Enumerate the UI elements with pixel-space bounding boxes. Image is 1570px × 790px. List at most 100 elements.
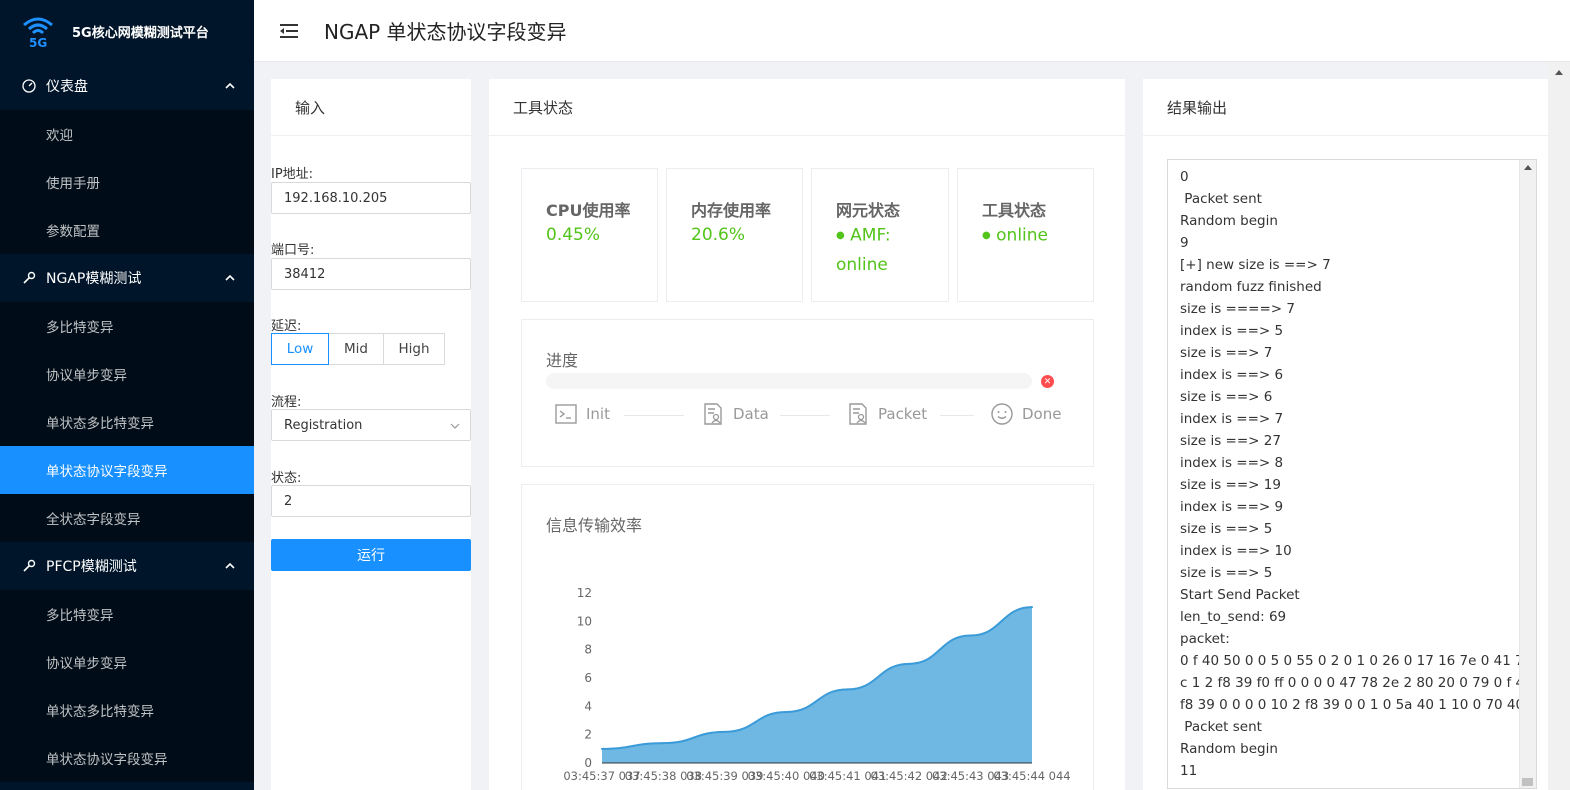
sidebar-item[interactable]: 欢迎 — [0, 110, 254, 158]
chevron-up-icon — [225, 82, 235, 89]
result-line: len_to_send: 69 — [1180, 609, 1287, 625]
menu-fold-icon[interactable] — [278, 20, 300, 42]
result-log: 0 Packet sent Random begin 9 [+] new size i… — [1180, 166, 1537, 782]
result-line: size is ==> 6 — [1180, 389, 1273, 405]
dashboard-icon — [22, 79, 36, 93]
port-input[interactable]: 38412 — [271, 258, 471, 290]
scroll-up-arrow-icon[interactable] — [1555, 70, 1563, 75]
sidebar-item[interactable]: 单状态协议字段变异 — [0, 446, 254, 494]
chevron-up-icon — [225, 562, 235, 569]
run-button[interactable]: 运行 — [271, 539, 471, 571]
ip-label: IP地址: — [271, 167, 314, 182]
delay-high-button[interactable]: High — [383, 333, 445, 365]
sidebar-group-ngap[interactable]: NGAP模糊测试 — [0, 254, 254, 302]
wrench-icon — [22, 559, 36, 573]
result-line: 11 — [1180, 763, 1198, 779]
delay-label: 延迟: — [271, 319, 302, 334]
chevron-down-icon — [450, 423, 460, 429]
flow-select[interactable]: Registration — [271, 409, 471, 441]
delay-selector: Low Mid High — [271, 333, 445, 365]
result-line: 0 — [1180, 169, 1189, 185]
result-line: index is ==> 5 — [1180, 323, 1284, 339]
chart-point — [1031, 606, 1033, 609]
tool-card-title: 工具状态 — [489, 79, 1125, 136]
sidebar-item[interactable]: 单状态多比特变异 — [0, 686, 254, 734]
step-done: Done — [990, 402, 1061, 426]
y-tick-label: 2 — [584, 728, 592, 742]
document-user-icon — [849, 403, 867, 425]
flow-select-value: Registration — [284, 417, 363, 433]
sidebar-item[interactable]: 使用手册 — [0, 158, 254, 206]
sidebar-item[interactable]: 参数配置 — [0, 206, 254, 254]
chart-point — [601, 747, 603, 750]
close-circle-icon: ✕ — [1041, 375, 1054, 388]
step-connector — [780, 415, 830, 416]
result-line: size is ==> 27 — [1180, 433, 1281, 449]
delay-low-button[interactable]: Low — [271, 333, 329, 365]
memory-stat: 内存使用率 20.6% — [666, 168, 803, 302]
cpu-stat: CPU使用率 0.45% — [521, 168, 658, 302]
sidebar-submenu: 多比特变异 协议单步变异 单状态多比特变异 单状态协议字段变异 全状态字段变异 — [0, 302, 254, 542]
chart-point — [785, 711, 788, 713]
chart-point — [662, 742, 665, 745]
result-line: Random begin — [1180, 213, 1278, 229]
step-init-label: Init — [586, 405, 610, 423]
sidebar-group-dashboard[interactable]: 仪表盘 — [0, 62, 254, 110]
status-dot-icon: ● — [836, 230, 845, 241]
sidebar: 5G 5G核心网模糊测试平台 仪表盘 欢迎 使用手册 参数配置 NGAP模糊测试多比特变… — [0, 0, 254, 790]
result-line: c 1 2 f8 39 f0 ff 0 0 0 0 47 78 2e 2 80 … — [1180, 675, 1537, 691]
sidebar-item[interactable]: 单状态协议字段变异 — [0, 734, 254, 782]
sidebar-item[interactable]: 多比特变异 — [0, 302, 254, 350]
result-line: size is ==> 19 — [1180, 477, 1281, 493]
chart-point — [969, 634, 972, 637]
step-packet-label: Packet — [878, 405, 928, 423]
scroll-thumb[interactable] — [1522, 778, 1533, 786]
logo-text: 5G — [29, 36, 47, 49]
result-scrollbar[interactable] — [1519, 160, 1536, 788]
delay-mid-button[interactable]: Mid — [328, 333, 384, 365]
sidebar-group-label: PFCP模糊测试 — [46, 559, 137, 575]
logo: 5G 5G核心网模糊测试平台 — [0, 0, 254, 62]
result-output[interactable]: 0 Packet sent Random begin 9 [+] new size i… — [1167, 159, 1537, 789]
page-scrollbar[interactable] — [1548, 62, 1570, 790]
sidebar-item[interactable]: 协议单步变异 — [0, 350, 254, 398]
result-line: packet: — [1180, 631, 1230, 647]
result-line: [+] new size is ==> 7 — [1180, 257, 1331, 273]
tool-stat: 工具状态 ● online — [957, 168, 1094, 302]
y-tick-label: 8 — [584, 643, 592, 657]
y-tick-label: 6 — [584, 671, 592, 685]
smile-icon — [991, 403, 1013, 425]
chart-point — [846, 688, 849, 691]
result-line: index is ==> 8 — [1180, 455, 1284, 471]
state-label: 状态: — [271, 471, 302, 486]
sidebar-item[interactable]: 协议单步变异 — [0, 638, 254, 686]
status-dot-icon: ● — [982, 230, 991, 241]
wifi-5g-icon: 5G — [23, 17, 53, 49]
progress-bar — [546, 373, 1032, 389]
state-input[interactable]: 2 — [271, 485, 471, 517]
sidebar-item[interactable]: 单状态多比特变异 — [0, 398, 254, 446]
sidebar-item[interactable]: 多比特变异 — [0, 590, 254, 638]
network-element-stat-title: 网元状态 — [836, 201, 901, 220]
sidebar-group-pfcp[interactable]: PFCP模糊测试 — [0, 542, 254, 590]
result-line: size is ==> 5 — [1180, 521, 1273, 537]
step-connector — [624, 415, 684, 416]
result-card-title: 结果输出 — [1143, 79, 1562, 136]
sidebar-group-label: NGAP模糊测试 — [46, 271, 142, 287]
input-card-title: 输入 — [271, 79, 471, 136]
sidebar-submenu: 多比特变异 协议单步变异 单状态多比特变异 单状态协议字段变异 — [0, 590, 254, 782]
step-done-label: Done — [1022, 405, 1062, 423]
step-packet: Packet — [846, 402, 927, 426]
flow-label: 流程: — [271, 395, 302, 410]
ip-input[interactable]: 192.168.10.205 — [271, 182, 471, 214]
chart-area — [602, 607, 1032, 763]
y-tick-label: 4 — [584, 699, 592, 713]
tool-stat-value-wrap: ● online — [982, 221, 1048, 251]
scroll-up-arrow-icon[interactable] — [1524, 165, 1532, 170]
sidebar-item[interactable]: 全状态字段变异 — [0, 494, 254, 542]
step-connector — [940, 415, 974, 416]
x-tick-label: 03:45:44 044 — [993, 769, 1070, 783]
result-line: random fuzz finished — [1180, 279, 1322, 295]
wrench-icon — [22, 271, 36, 285]
step-init: Init — [554, 402, 610, 426]
